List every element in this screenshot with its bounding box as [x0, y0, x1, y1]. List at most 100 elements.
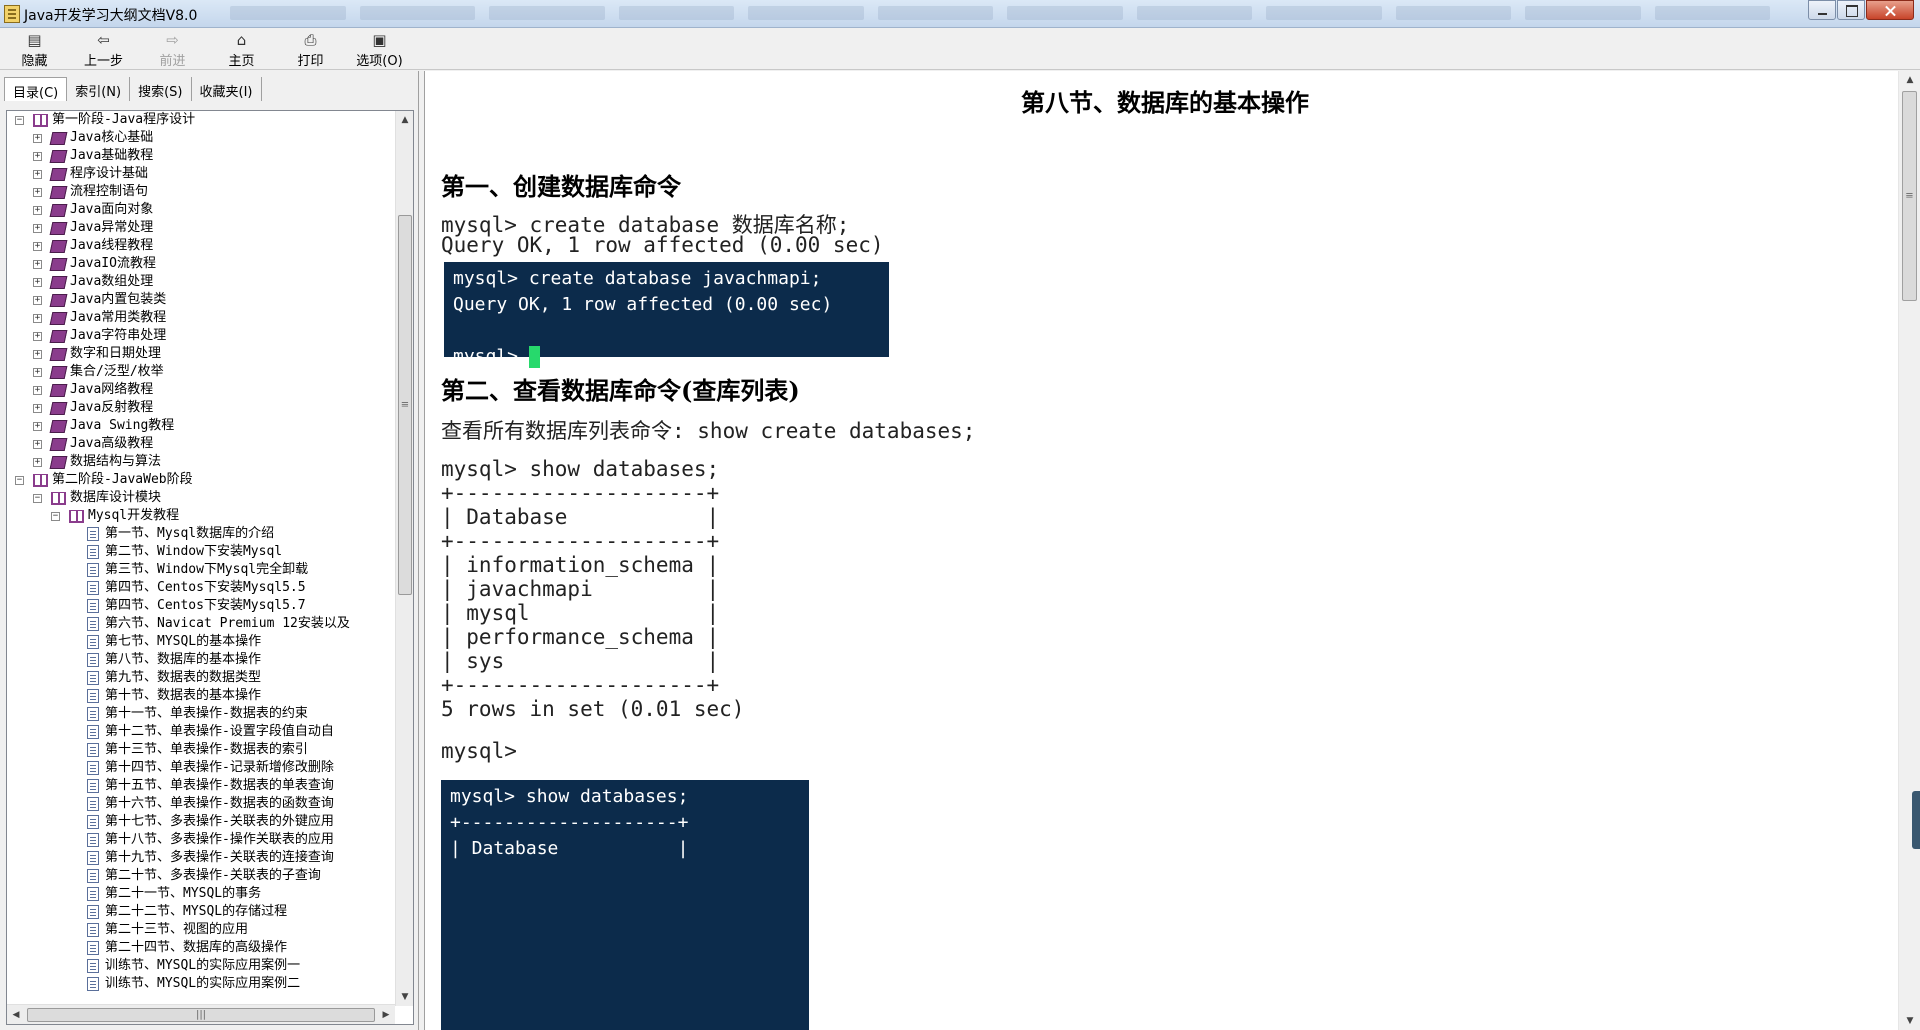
nav-tab[interactable]: 收藏夹(I) [191, 77, 262, 101]
tree-item[interactable]: 第十四节、单表操作-记录新增修改删除 [87, 759, 334, 777]
collapse-icon[interactable]: − [15, 475, 24, 485]
tree-item[interactable]: + Java核心基础 [33, 129, 153, 147]
tree-item[interactable]: + Java内置包装类 [33, 291, 166, 309]
tree-item[interactable]: 第十九节、多表操作-关联表的连接查询 [87, 849, 334, 867]
expand-icon[interactable]: + [33, 403, 42, 413]
scroll-up-arrow-icon[interactable]: ▲ [396, 111, 413, 129]
tree-item[interactable]: 第三节、Window下Mysql完全卸载 [87, 561, 308, 579]
tree-item[interactable]: 第十三节、单表操作-数据表的索引 [87, 741, 308, 759]
tree-item[interactable]: 第七节、MYSQL的基本操作 [87, 633, 261, 651]
tree-item[interactable]: 第十一节、单表操作-数据表的约束 [87, 705, 308, 723]
tree-item[interactable]: 第八节、数据库的基本操作 [87, 651, 261, 669]
tree-item[interactable]: 训练节、MYSQL的实际应用案例二 [87, 975, 300, 993]
expand-icon[interactable]: + [33, 133, 42, 143]
toolbar-button[interactable]: ▤ 隐藏 [0, 28, 69, 70]
edge-handle[interactable] [1912, 791, 1920, 849]
tree-item[interactable]: + Java高级教程 [33, 435, 153, 453]
expand-icon[interactable]: + [33, 349, 42, 359]
tree-horizontal-scrollbar[interactable]: ◀ ||| ▶ [7, 1004, 395, 1024]
tree-item[interactable]: 第四节、Centos下安装Mysql5.5 [87, 579, 306, 597]
tree-item[interactable]: 第十五节、单表操作-数据表的单表查询 [87, 777, 334, 795]
expand-icon[interactable]: + [33, 259, 42, 269]
title-bar[interactable]: Java开发学习大纲文档V8.0 [0, 0, 1920, 28]
tree-item[interactable]: + 数据结构与算法 [33, 453, 161, 471]
content-scroll-up-icon[interactable]: ▲ [1901, 71, 1919, 89]
tree-item[interactable]: − 第一阶段-Java程序设计 [15, 111, 195, 129]
expand-icon[interactable]: + [33, 295, 42, 305]
expand-icon[interactable]: + [33, 313, 42, 323]
tree-item[interactable]: 第一节、Mysql数据库的介绍 [87, 525, 274, 543]
tree-item[interactable]: + Java数组处理 [33, 273, 153, 291]
expand-icon[interactable]: + [33, 331, 42, 341]
toolbar-button[interactable]: ⎙ 打印 [276, 28, 345, 70]
contents-tree[interactable]: − 第一阶段-Java程序设计 + Java核心基础 + Java基础教程 + 程序设计基础 +… [7, 111, 388, 997]
tree-item[interactable]: + 集合/泛型/枚举 [33, 363, 164, 381]
nav-tab[interactable]: 索引(N) [67, 77, 131, 101]
tree-item[interactable]: + 程序设计基础 [33, 165, 148, 183]
scroll-down-arrow-icon[interactable]: ▼ [396, 988, 413, 1006]
scroll-left-arrow-icon[interactable]: ◀ [7, 1006, 25, 1024]
expand-icon[interactable]: + [33, 385, 42, 395]
tree-item[interactable]: 第二十二节、MYSQL的存储过程 [87, 903, 287, 921]
collapse-icon[interactable]: − [15, 115, 24, 125]
tree-item[interactable]: 第十八节、多表操作-操作关联表的应用 [87, 831, 334, 849]
expand-icon[interactable]: + [33, 421, 42, 431]
expand-icon[interactable]: + [33, 187, 42, 197]
collapse-icon[interactable]: − [51, 511, 60, 521]
tree-item[interactable]: + Java线程教程 [33, 237, 153, 255]
tree-item[interactable]: + Java面向对象 [33, 201, 153, 219]
content-scroll-thumb[interactable]: ≡ [1902, 91, 1917, 301]
tree-hscroll-thumb[interactable]: ||| [27, 1008, 375, 1022]
tree-item[interactable]: 第十二节、单表操作-设置字段值自动自 [87, 723, 334, 741]
expand-icon[interactable]: + [33, 241, 42, 251]
tree-item[interactable]: + Java网络教程 [33, 381, 153, 399]
nav-tab[interactable]: 目录(C) [4, 77, 68, 101]
tree-item[interactable]: + 数字和日期处理 [33, 345, 161, 363]
toolbar-button[interactable]: ⇨ 前进 [138, 28, 207, 70]
tree-item[interactable]: 第六节、Navicat Premium 12安装以及 [87, 615, 350, 633]
expand-icon[interactable]: + [33, 205, 42, 215]
tree-item[interactable]: + Java常用类教程 [33, 309, 166, 327]
expand-icon[interactable]: + [33, 457, 42, 467]
tree-item[interactable]: + Java异常处理 [33, 219, 153, 237]
tree-item[interactable]: − Mysql开发教程 [51, 507, 179, 525]
minimize-button[interactable] [1808, 0, 1836, 20]
tree-item[interactable]: 第二节、Window下安装Mysql [87, 543, 282, 561]
close-button[interactable] [1866, 0, 1914, 20]
nav-tab[interactable]: 搜索(S) [130, 77, 192, 101]
tree-item[interactable]: 第十节、数据表的基本操作 [87, 687, 261, 705]
tree-vertical-scrollbar[interactable]: ▲ ≡ ▼ [395, 111, 413, 1006]
tree-item[interactable]: 第十六节、单表操作-数据表的函数查询 [87, 795, 334, 813]
expand-icon[interactable]: + [33, 169, 42, 179]
tree-item[interactable]: + JavaIO流教程 [33, 255, 156, 273]
tree-item[interactable]: − 第二阶段-JavaWeb阶段 [15, 471, 193, 489]
tree-item[interactable]: 第四节、Centos下安装Mysql5.7 [87, 597, 306, 615]
tree-item[interactable]: 第十七节、多表操作-关联表的外键应用 [87, 813, 334, 831]
expand-icon[interactable]: + [33, 223, 42, 233]
expand-icon[interactable]: + [33, 151, 42, 161]
tree-item[interactable]: 第九节、数据表的数据类型 [87, 669, 261, 687]
toolbar-button[interactable]: ⇦ 上一步 [69, 28, 138, 70]
tree-item[interactable]: 训练节、MYSQL的实际应用案例一 [87, 957, 300, 975]
content-scroll-down-icon[interactable]: ▼ [1901, 1012, 1919, 1030]
toolbar-button[interactable]: ⌂ 主页 [207, 28, 276, 70]
tree-item[interactable]: 第二十三节、视图的应用 [87, 921, 248, 939]
tree-item[interactable]: + Java字符串处理 [33, 327, 166, 345]
tree-item[interactable]: 第二十一节、MYSQL的事务 [87, 885, 261, 903]
tree-item[interactable]: + Java基础教程 [33, 147, 153, 165]
tree-scroll-thumb[interactable]: ≡ [398, 215, 412, 595]
collapse-icon[interactable]: − [33, 493, 42, 503]
expand-icon[interactable]: + [33, 277, 42, 287]
toolbar-button[interactable]: ▣ 选项(O) [345, 28, 414, 70]
tree-item[interactable]: 第二十节、多表操作-关联表的子查询 [87, 867, 321, 885]
expand-icon[interactable]: + [33, 439, 42, 449]
scroll-right-arrow-icon[interactable]: ▶ [377, 1006, 395, 1024]
maximize-button[interactable] [1837, 0, 1865, 20]
tree-item[interactable]: + Java Swing教程 [33, 417, 174, 435]
tree-item[interactable]: 第二十四节、数据库的高级操作 [87, 939, 287, 957]
expand-icon[interactable]: + [33, 367, 42, 377]
tree-item[interactable]: + Java反射教程 [33, 399, 153, 417]
content-vertical-scrollbar[interactable]: ▲ ≡ ▼ [1898, 71, 1920, 1030]
tree-item[interactable]: + 流程控制语句 [33, 183, 148, 201]
tree-item[interactable]: − 数据库设计模块 [33, 489, 161, 507]
